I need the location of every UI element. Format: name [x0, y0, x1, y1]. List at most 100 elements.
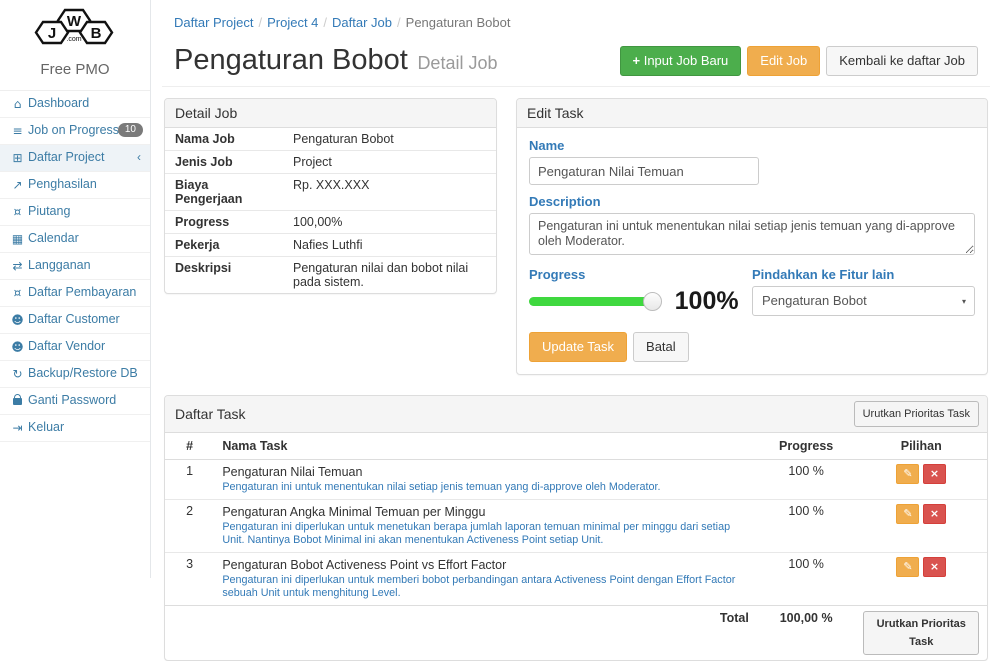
move-to-feature-label: Pindahkan ke Fitur lain — [752, 267, 975, 282]
table-row: Progress100,00% — [165, 211, 496, 234]
delete-task-button[interactable]: × — [923, 557, 946, 577]
table-row: DeskripsiPengaturan nilai dan bobot nila… — [165, 257, 496, 294]
col-num: # — [165, 433, 214, 460]
name-label: Name — [529, 138, 975, 153]
sidebar-item-daftar-customer[interactable]: ☻Daftar Customer — [0, 307, 150, 334]
kembali-button[interactable]: Kembali ke daftar Job — [826, 46, 978, 76]
table-row: Nama JobPengaturan Bobot — [165, 128, 496, 151]
breadcrumb: Daftar Project/Project 4/Daftar Job/Peng… — [162, 0, 990, 42]
breadcrumb-project-4[interactable]: Project 4 — [267, 15, 318, 30]
task-name: Pengaturan Nilai Temuan — [222, 464, 749, 480]
urutkan-prioritas-footer-button[interactable]: Urutkan Prioritas Task — [863, 611, 979, 655]
daftar-task-panel: Daftar Task Urutkan Prioritas Task # Nam… — [164, 395, 988, 661]
progress-slider-fill — [529, 297, 653, 306]
breadcrumb-current: Pengaturan Bobot — [406, 15, 511, 30]
svg-text:W: W — [67, 13, 82, 30]
table-row: Biaya PengerjaanRp. XXX.XXX — [165, 174, 496, 211]
progress-label: Progress — [529, 267, 739, 282]
edit-job-button[interactable]: Edit Job — [747, 46, 820, 76]
job-count-badge: 10 — [118, 123, 143, 137]
sidebar-item-calendar[interactable]: ▦Calendar — [0, 226, 150, 253]
task-name: Pengaturan Bobot Activeness Point vs Eff… — [222, 557, 749, 573]
batal-button[interactable]: Batal — [633, 332, 689, 362]
task-name-input[interactable] — [529, 157, 759, 185]
total-label: Total — [165, 606, 757, 661]
sidebar: W J B .com Free PMO ⌂Dashboard ≡Job on P… — [0, 0, 151, 578]
sidebar-item-backup-restore-db[interactable]: ↻Backup/Restore DB — [0, 361, 150, 388]
update-task-button[interactable]: Update Task — [529, 332, 627, 362]
task-total-row: Total 100,00 % Urutkan Prioritas Task — [165, 606, 987, 661]
select-arrow-icon: ▾ — [962, 297, 966, 306]
delete-task-button[interactable]: × — [923, 464, 946, 484]
progress-slider[interactable] — [529, 297, 653, 306]
col-nama-task: Nama Task — [214, 433, 757, 460]
page-title: Pengaturan Bobot — [174, 44, 408, 76]
detail-job-table: Nama JobPengaturan Bobot Jenis JobProjec… — [165, 128, 496, 293]
page-header: Pengaturan Bobot Detail Job + Input Job … — [162, 42, 990, 87]
plus-icon: + — [633, 53, 641, 68]
task-progress: 100 % — [757, 500, 856, 553]
sidebar-item-daftar-project[interactable]: ⊞Daftar Project‹ — [0, 145, 150, 172]
sidebar-item-daftar-vendor[interactable]: ☻Daftar Vendor — [0, 334, 150, 361]
users-icon: ☻ — [9, 340, 26, 355]
detail-job-title: Detail Job — [165, 99, 496, 128]
main-content: Daftar Project/Project 4/Daftar Job/Peng… — [152, 0, 1000, 578]
detail-job-panel: Detail Job Nama JobPengaturan Bobot Jeni… — [164, 98, 497, 294]
lock-icon — [9, 393, 26, 409]
jwb-logo-icon: W J B .com — [29, 8, 121, 54]
calendar-icon: ▦ — [9, 232, 26, 247]
table-row: PekerjaNafies Luthfi — [165, 234, 496, 257]
svg-text:.com: .com — [66, 36, 81, 43]
task-row: 2 Pengaturan Angka Minimal Temuan per Mi… — [165, 500, 987, 553]
task-name: Pengaturan Angka Minimal Temuan per Ming… — [222, 504, 749, 520]
table-icon: ⊞ — [9, 151, 26, 166]
edit-task-title: Edit Task — [517, 99, 987, 128]
col-progress: Progress — [757, 433, 856, 460]
sidebar-item-keluar[interactable]: ⇥Keluar — [0, 415, 150, 442]
daftar-task-title: Daftar Task — [175, 406, 246, 422]
progress-value: 100% — [675, 290, 739, 312]
urutkan-prioritas-button[interactable]: Urutkan Prioritas Task — [854, 401, 979, 427]
task-description: Pengaturan ini untuk menentukan nilai se… — [222, 481, 749, 494]
breadcrumb-daftar-project[interactable]: Daftar Project — [174, 15, 253, 30]
page-subtitle: Detail Job — [417, 53, 497, 73]
move-to-feature-select[interactable]: Pengaturan Bobot ▾ — [752, 286, 975, 316]
users-icon: ☻ — [9, 313, 26, 328]
brand-logo[interactable]: W J B .com Free PMO — [0, 0, 150, 91]
task-row: 1 Pengaturan Nilai Temuan Pengaturan ini… — [165, 460, 987, 500]
task-description: Pengaturan ini diperlukan untuk menetuka… — [222, 521, 749, 547]
edit-task-panel: Edit Task Name Description Pengaturan in… — [516, 98, 988, 375]
edit-task-button[interactable]: ✎ — [896, 504, 919, 524]
edit-task-button[interactable]: ✎ — [896, 557, 919, 577]
svg-text:J: J — [48, 25, 56, 42]
sidebar-item-job-on-progress[interactable]: ≡Job on Progress10 — [0, 118, 150, 145]
sidebar-nav: ⌂Dashboard ≡Job on Progress10 ⊞Daftar Pr… — [0, 91, 150, 442]
input-job-baru-button[interactable]: + Input Job Baru — [620, 46, 742, 76]
list-icon: ≡ — [9, 124, 26, 139]
sidebar-item-ganti-password[interactable]: Ganti Password — [0, 388, 150, 415]
chevron-left-icon: ‹ — [137, 150, 141, 165]
delete-task-button[interactable]: × — [923, 504, 946, 524]
task-table: # Nama Task Progress Pilihan 1 Pengatura… — [165, 433, 987, 660]
sidebar-item-langganan[interactable]: ⇄Langganan — [0, 253, 150, 280]
money-icon: ¤ — [9, 205, 26, 220]
sidebar-item-dashboard[interactable]: ⌂Dashboard — [0, 91, 150, 118]
task-description-textarea[interactable]: Pengaturan ini untuk menentukan nilai se… — [529, 213, 975, 255]
total-value: 100,00 % — [757, 606, 856, 661]
sidebar-item-piutang[interactable]: ¤Piutang — [0, 199, 150, 226]
svg-text:B: B — [91, 25, 102, 42]
edit-task-button[interactable]: ✎ — [896, 464, 919, 484]
progress-slider-handle[interactable] — [643, 292, 662, 311]
table-row: Jenis JobProject — [165, 151, 496, 174]
task-progress: 100 % — [757, 553, 856, 606]
task-row: 3 Pengaturan Bobot Activeness Point vs E… — [165, 553, 987, 606]
sidebar-item-penghasilan[interactable]: ↗Penghasilan — [0, 172, 150, 199]
sign-out-icon: ⇥ — [9, 421, 26, 436]
breadcrumb-daftar-job[interactable]: Daftar Job — [332, 15, 392, 30]
refresh-icon: ↻ — [9, 367, 26, 382]
col-pilihan: Pilihan — [855, 433, 987, 460]
chart-icon: ↗ — [9, 178, 26, 193]
sidebar-item-daftar-pembayaran[interactable]: ¤Daftar Pembayaran — [0, 280, 150, 307]
retweet-icon: ⇄ — [9, 259, 26, 274]
dashboard-icon: ⌂ — [9, 97, 26, 112]
